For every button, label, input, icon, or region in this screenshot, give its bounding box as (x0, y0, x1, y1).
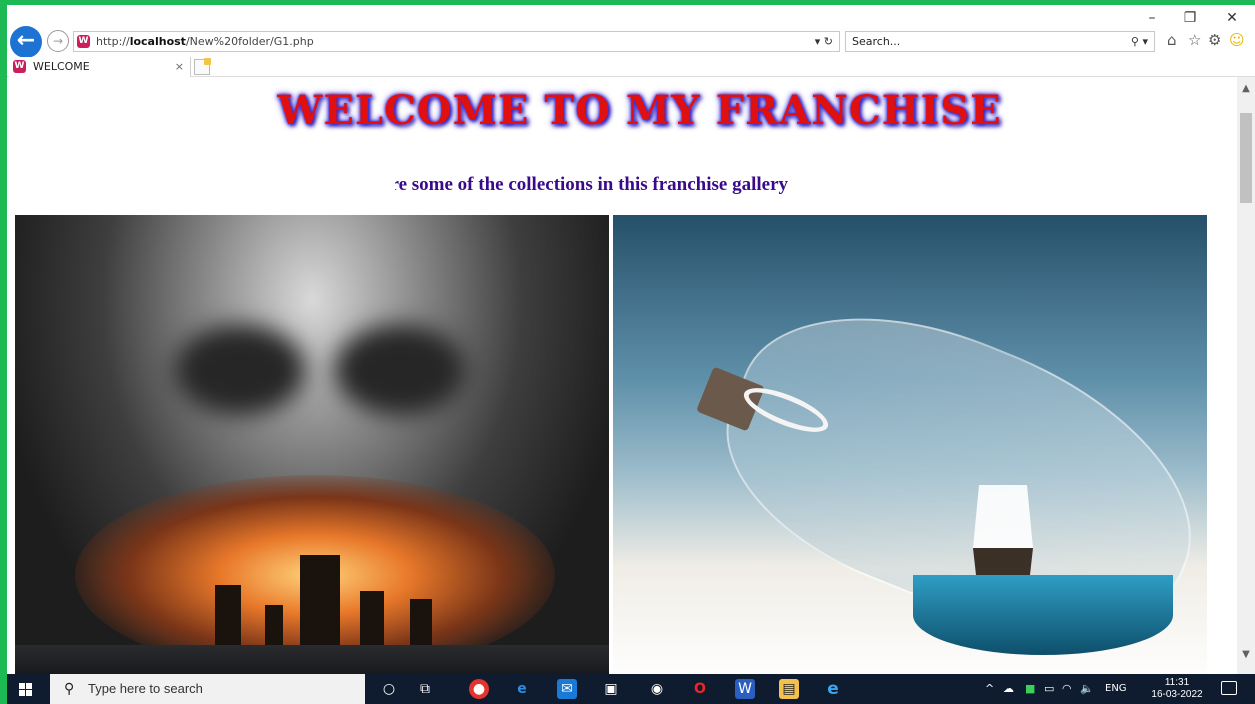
search-icon: ⚲ (64, 681, 75, 697)
site-favicon-icon: W (13, 60, 26, 73)
refresh-icon[interactable]: ▾ ↻ (815, 32, 833, 51)
battery-icon[interactable]: ▭ (1044, 674, 1054, 704)
volume-icon[interactable]: 🔈 (1080, 674, 1094, 704)
arrow-right-icon: → (52, 34, 64, 48)
new-tab-button[interactable] (194, 58, 211, 75)
star-icon[interactable]: ☆ (1188, 31, 1201, 49)
taskbar: ⚲ Type here to search ○ ⧉ ● e ✉ ▣ ◉ O W … (7, 674, 1255, 704)
media-player-icon[interactable]: ◉ (647, 679, 667, 699)
edge-icon[interactable]: e (512, 679, 532, 699)
url-text[interactable]: http://localhost/New%20folder/G1.php (96, 32, 314, 51)
close-button[interactable]: ✕ (1217, 9, 1247, 27)
forward-button[interactable]: → (47, 30, 69, 52)
tab-title: WELCOME (33, 60, 90, 73)
internet-explorer-icon[interactable]: e (823, 679, 843, 699)
tray-expand-icon[interactable]: ^ (985, 674, 994, 704)
store-icon[interactable]: ▣ (601, 679, 621, 699)
minimize-button[interactable]: – (1137, 9, 1167, 27)
clock-date: 16-03-2022 (1151, 689, 1203, 700)
smiley-icon[interactable]: ☺ (1229, 31, 1245, 49)
scroll-thumb[interactable] (1240, 113, 1252, 203)
page-title: WELCOME TO MY FRANCHISE (277, 87, 1002, 134)
taskbar-search-box[interactable]: ⚲ Type here to search (50, 674, 365, 704)
pirate-skull-fleet-image (15, 215, 609, 674)
site-favicon-icon: W (77, 35, 90, 48)
cortana-icon[interactable]: ○ (379, 679, 399, 699)
vertical-scrollbar[interactable]: ▲ ▼ (1237, 77, 1255, 674)
scroll-down-icon[interactable]: ▼ (1237, 649, 1255, 663)
search-input[interactable]: Search... (852, 32, 900, 51)
tab-strip: W WELCOME × (7, 57, 1255, 77)
opera-icon[interactable]: O (690, 679, 710, 699)
back-button[interactable]: ← (10, 26, 42, 58)
onedrive-icon[interactable]: ☁ (1003, 674, 1014, 704)
windows-start-icon[interactable] (19, 683, 33, 697)
browser-window: – ❐ ✕ ← → W http://localhost/New%20folde… (7, 5, 1255, 674)
tab-close-button[interactable]: × (175, 57, 184, 76)
notification-icon[interactable] (1221, 681, 1237, 695)
search-icon[interactable]: ⚲ ▾ (1131, 32, 1148, 51)
wifi-icon[interactable]: ◠ (1062, 674, 1072, 704)
app-tray-icon[interactable]: ■ (1025, 674, 1035, 704)
mail-icon[interactable]: ✉ (557, 679, 577, 699)
word-icon[interactable]: W (735, 679, 755, 699)
title-bar: – ❐ ✕ ← → W http://localhost/New%20folde… (7, 5, 1255, 58)
page-subtitle: are some of the collections in this fran… (395, 174, 789, 195)
chrome-icon[interactable]: ● (469, 679, 489, 699)
home-icon[interactable]: ⌂ (1167, 31, 1177, 49)
address-bar[interactable]: W http://localhost/New%20folder/G1.php ▾… (73, 31, 840, 52)
task-view-icon[interactable]: ⧉ (415, 679, 435, 699)
gear-icon[interactable]: ⚙ (1208, 31, 1221, 49)
tab-welcome[interactable]: W WELCOME × (9, 57, 191, 77)
language-indicator[interactable]: ENG (1105, 674, 1127, 704)
ship-in-bottle-image (613, 215, 1207, 674)
scroll-up-icon[interactable]: ▲ (1237, 83, 1255, 97)
page-viewport: WELCOME TO MY FRANCHISE are some of the … (7, 77, 1237, 674)
arrow-left-icon: ← (16, 28, 36, 53)
taskbar-search-input[interactable]: Type here to search (88, 674, 203, 704)
clock[interactable]: 11:31 16-03-2022 (1147, 677, 1207, 701)
clock-time: 11:31 (1164, 677, 1190, 688)
restore-button[interactable]: ❐ (1175, 9, 1205, 27)
search-box[interactable]: Search... ⚲ ▾ (845, 31, 1155, 52)
file-explorer-icon[interactable]: ▤ (779, 679, 799, 699)
